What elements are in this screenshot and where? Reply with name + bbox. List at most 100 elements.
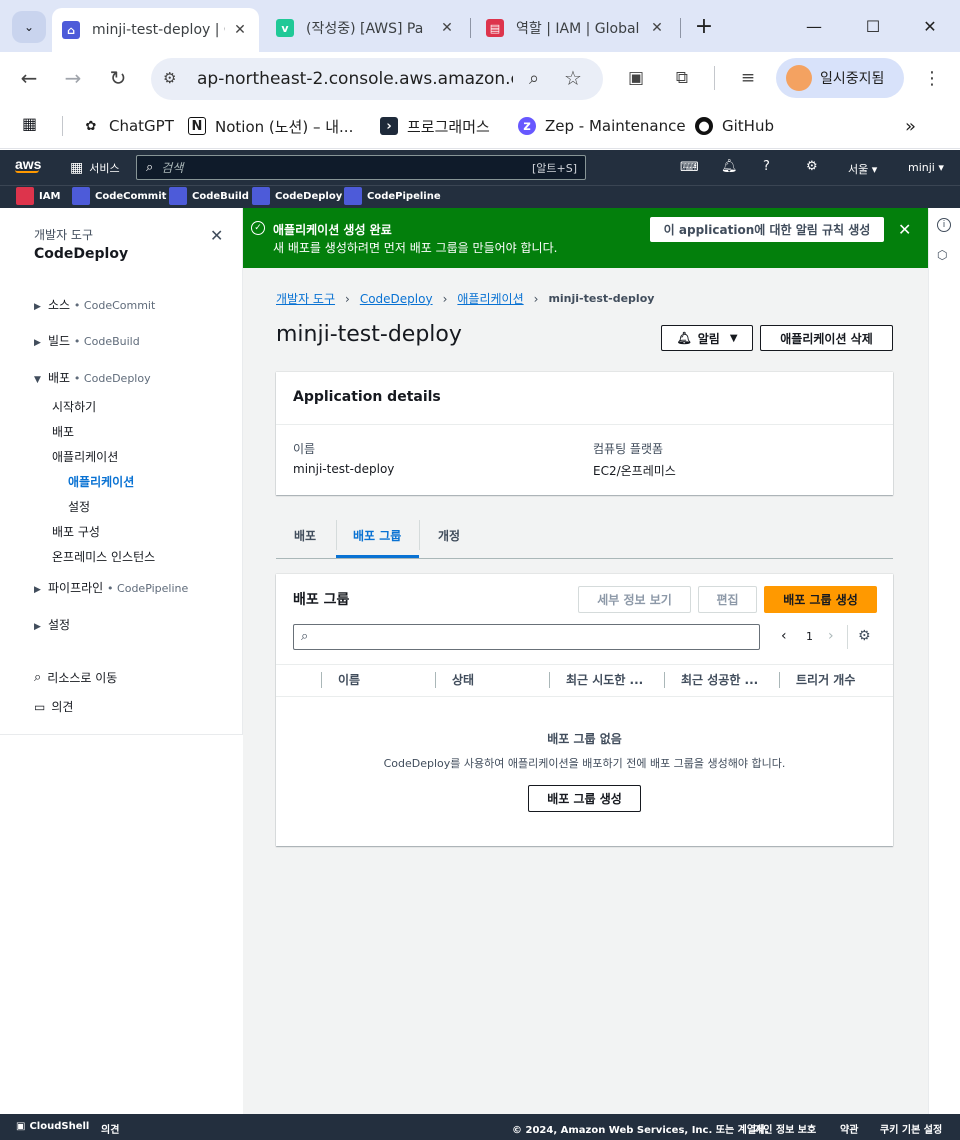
footer-privacy-link[interactable]: 개인 정보 보호: [754, 1121, 816, 1136]
breadcrumb-applications[interactable]: 애플리케이션: [457, 290, 523, 307]
table-preferences-gear-icon[interactable]: ⚙: [858, 628, 871, 644]
bookmark-zep[interactable]: z Zep - Maintenance: [518, 114, 686, 138]
favorite-codedeploy[interactable]: CodeDeploy: [252, 187, 342, 205]
url-text: ap-northeast-2.console.aws.amazon.c...: [197, 69, 513, 89]
search-shortcut: [알트+S]: [531, 161, 577, 175]
tab-deployments[interactable]: 배포: [294, 527, 316, 544]
services-menu[interactable]: ▦ 서비스: [70, 160, 120, 176]
column-divider: [779, 672, 780, 688]
sidenav-item-deployments[interactable]: 배포: [52, 423, 74, 440]
column-header-last-succeeded[interactable]: 최근 성공한 ...: [681, 671, 776, 689]
info-icon[interactable]: i: [937, 218, 951, 232]
profile-button[interactable]: 일시중지됨: [776, 58, 904, 98]
breadcrumb-developer-tools[interactable]: 개발자 도구: [276, 290, 335, 307]
reload-icon[interactable]: ↻: [104, 64, 132, 92]
close-tab-icon[interactable]: ✕: [648, 20, 666, 36]
edit-button[interactable]: 편집: [698, 586, 757, 613]
sidenav-feedback[interactable]: ▭ 의견: [34, 698, 73, 715]
sidenav-section-source[interactable]: ▶ 소스 • CodeCommit: [34, 296, 155, 313]
close-tab-icon[interactable]: ✕: [438, 20, 456, 36]
account-menu[interactable]: minji ▾: [908, 161, 944, 174]
sidenav-item-getting-started[interactable]: 시작하기: [52, 398, 96, 415]
sidenav-item-onprem-instances[interactable]: 온프레미스 인스턴스: [52, 548, 155, 565]
column-header-status[interactable]: 상태: [452, 671, 542, 689]
extensions-puzzle-icon[interactable]: ⧉: [668, 64, 696, 92]
footer-cookies-link[interactable]: 쿠키 기본 설정: [880, 1121, 942, 1136]
zoom-search-icon[interactable]: ⌕: [520, 64, 548, 92]
minimize-window-icon[interactable]: —: [802, 14, 826, 38]
footer-feedback-link[interactable]: 의견: [101, 1121, 119, 1136]
aws-search-input[interactable]: ⌕ 검색 [알트+S]: [136, 155, 586, 180]
view-details-button[interactable]: 세부 정보 보기: [578, 586, 691, 613]
filter-groups-input[interactable]: ⌕: [293, 624, 760, 650]
page-number[interactable]: 1: [806, 630, 813, 643]
application-details-panel: Application details 이름 minji-test-deploy…: [276, 372, 893, 495]
notify-dropdown-button[interactable]: 🔔︎ 알림 ▼: [661, 325, 753, 351]
bookmark-github[interactable]: ● GitHub: [695, 114, 774, 138]
create-notification-rule-button[interactable]: 이 application에 대한 알림 규칙 생성: [650, 217, 884, 242]
aws-logo[interactable]: aws: [15, 156, 41, 173]
delete-application-button[interactable]: 애플리케이션 삭제: [760, 325, 893, 351]
back-arrow-icon[interactable]: ←: [15, 64, 43, 92]
sidenav-section-build[interactable]: ▶ 빌드 • CodeBuild: [34, 332, 140, 349]
region-selector[interactable]: 서울 ▾: [848, 161, 877, 177]
sidenav-section-settings[interactable]: ▶ 설정: [34, 616, 70, 633]
breadcrumb-codedeploy[interactable]: CodeDeploy: [360, 292, 433, 306]
create-deployment-group-button[interactable]: 배포 그룹 생성: [764, 586, 877, 613]
browser-tab-velog[interactable]: v (작성중) [AWS] Pa ✕: [266, 8, 466, 48]
favorite-codepipeline[interactable]: CodePipeline: [344, 187, 441, 205]
sidenav-item-applications[interactable]: 애플리케이션: [68, 473, 134, 490]
browser-menu-icon[interactable]: ⋮: [918, 64, 946, 92]
success-flashbar: ✓ 애플리케이션 생성 완료 새 배포를 생성하려면 먼저 배포 그룹을 만들어…: [243, 208, 928, 268]
help-icon[interactable]: ?: [763, 159, 770, 174]
maximize-window-icon[interactable]: ☐: [861, 14, 885, 38]
bookmark-star-icon[interactable]: ☆: [559, 64, 587, 92]
forward-arrow-icon[interactable]: →: [59, 64, 87, 92]
github-icon: ●: [695, 117, 713, 135]
favorite-iam[interactable]: IAM: [16, 187, 60, 205]
more-bookmarks-chevron-icon[interactable]: »: [905, 114, 916, 138]
apps-grid-icon[interactable]: ▦: [22, 114, 44, 136]
dismiss-flash-icon[interactable]: ✕: [898, 220, 911, 239]
site-info-icon[interactable]: ⚙: [163, 69, 176, 87]
footer-terms-link[interactable]: 약관: [840, 1121, 858, 1136]
notifications-bell-icon[interactable]: 🔔︎: [721, 159, 738, 174]
close-window-icon[interactable]: ✕: [918, 14, 942, 38]
column-header-last-attempted[interactable]: 최근 시도한 ...: [566, 671, 661, 689]
tab-revisions[interactable]: 개정: [438, 527, 460, 544]
close-tab-icon[interactable]: ✕: [231, 22, 249, 38]
bookmark-programmers[interactable]: › 프로그래머스: [380, 114, 490, 138]
bookmark-notion[interactable]: N Notion (노션) – 내...: [188, 114, 353, 138]
tab-search-button[interactable]: ⌄: [12, 11, 46, 43]
cloudshell-icon[interactable]: ⌨: [680, 160, 699, 175]
next-page-icon[interactable]: ›: [828, 628, 834, 644]
sidenav-title[interactable]: CodeDeploy: [34, 246, 128, 262]
bookmark-chatgpt[interactable]: ✿ ChatGPT: [82, 114, 174, 138]
browser-tab-iam[interactable]: ▤ 역할 | IAM | Global ✕: [476, 8, 676, 48]
tutorial-icon[interactable]: ⬡: [937, 248, 947, 262]
close-sidenav-icon[interactable]: ✕: [210, 226, 223, 245]
sidenav-section-pipeline[interactable]: ▶ 파이프라인 • CodePipeline: [34, 579, 188, 596]
column-header-name[interactable]: 이름: [338, 671, 428, 689]
reading-list-icon[interactable]: ▣: [622, 64, 650, 92]
media-controls-icon[interactable]: ≡: [734, 64, 762, 92]
sidenav-goto-resource[interactable]: ⌕ 리소스로 이동: [34, 669, 117, 686]
favorite-label: CodeBuild: [192, 190, 249, 202]
empty-state-message: CodeDeploy를 사용하여 애플리케이션을 배포하기 전에 배포 그룹을 …: [383, 757, 786, 770]
sidenav-item-deployment-configs[interactable]: 배포 구성: [52, 523, 100, 540]
section-label: 배포: [48, 371, 71, 385]
previous-page-icon[interactable]: ‹: [781, 628, 787, 644]
browser-tab-codedeploy[interactable]: ⌂ minji-test-deploy | CodeDeploy ✕: [52, 8, 259, 52]
column-header-trigger-count[interactable]: 트리거 개수: [796, 671, 886, 689]
new-tab-plus-icon[interactable]: +: [692, 14, 716, 39]
favorite-codecommit[interactable]: CodeCommit: [72, 187, 166, 205]
favorite-codebuild[interactable]: CodeBuild: [169, 187, 249, 205]
sidenav-section-deploy[interactable]: ▼ 배포 • CodeDeploy: [34, 369, 151, 386]
empty-create-deployment-group-button[interactable]: 배포 그룹 생성: [528, 785, 641, 812]
sidenav-item-applications-group[interactable]: 애플리케이션: [52, 448, 118, 465]
tab-deployment-groups[interactable]: 배포 그룹: [353, 527, 401, 544]
sidenav-item-app-settings[interactable]: 설정: [68, 498, 90, 515]
settings-gear-icon[interactable]: ⚙: [806, 159, 818, 174]
cloudshell-footer-link[interactable]: ▣ CloudShell: [16, 1121, 89, 1132]
side-navigation: [0, 208, 243, 735]
